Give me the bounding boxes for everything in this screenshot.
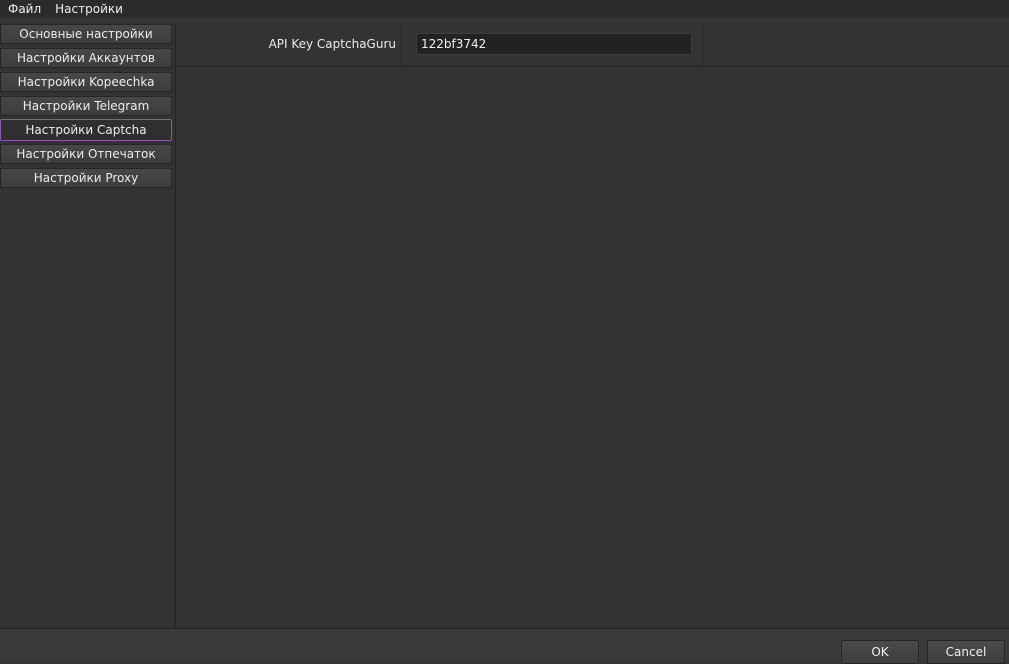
menu-file[interactable]: Файл [0, 0, 48, 18]
ok-button[interactable]: OK [841, 640, 919, 664]
api-key-label: API Key CaptchaGuru [268, 37, 396, 51]
sidebar-item-captcha[interactable]: Настройки Captcha [0, 119, 172, 141]
settings-sidebar: Основные настройки Настройки Аккаунтов Н… [0, 22, 176, 628]
api-key-input-cell [402, 22, 703, 66]
cancel-button[interactable]: Cancel [927, 640, 1005, 664]
api-key-row: API Key CaptchaGuru [176, 22, 1009, 67]
api-key-input[interactable] [416, 33, 692, 55]
dialog-button-bar: OK Cancel [0, 628, 1009, 664]
sidebar-item-kopeechka[interactable]: Настройки Kopeechka [0, 72, 172, 92]
sidebar-item-telegram[interactable]: Настройки Telegram [0, 96, 172, 116]
sidebar-item-proxy[interactable]: Настройки Proxy [0, 168, 172, 188]
menu-bar: Файл Настройки [0, 0, 1009, 18]
sidebar-item-fingerprint[interactable]: Настройки Отпечаток [0, 144, 172, 164]
api-key-label-cell: API Key CaptchaGuru [176, 22, 402, 66]
sidebar-item-accounts[interactable]: Настройки Аккаунтов [0, 48, 172, 68]
sidebar-item-general[interactable]: Основные настройки [0, 24, 172, 44]
settings-content: API Key CaptchaGuru [176, 22, 1009, 628]
menu-settings[interactable]: Настройки [48, 0, 130, 18]
